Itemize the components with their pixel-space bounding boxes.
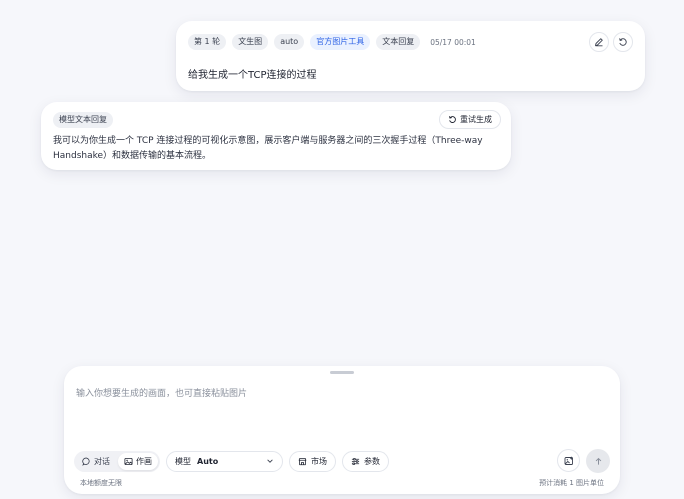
user-message-card: 第 1 轮 文生图 auto 官方图片工具 文本回复 05/17 00:01 给… <box>176 21 645 91</box>
assistant-message-card: 模型文本回复 重试生成 我可以为你生成一个 TCP 连接过程的可视化示意图，展示… <box>41 102 511 170</box>
reply-type-tag: 文本回复 <box>376 34 421 50</box>
upload-image-button[interactable] <box>557 449 580 472</box>
quota-text: 本地额度无限 <box>80 479 122 487</box>
mode-chat-button[interactable]: 对话 <box>76 453 116 470</box>
refresh-button[interactable] <box>613 32 633 52</box>
round-chip: 第 1 轮 <box>188 34 227 50</box>
regenerate-button[interactable]: 重试生成 <box>439 110 501 129</box>
tool-tag: 官方图片工具 <box>310 34 371 50</box>
regenerate-label: 重试生成 <box>460 115 492 124</box>
prompt-input[interactable] <box>76 386 608 436</box>
timestamp: 05/17 00:01 <box>430 37 476 47</box>
user-message-header: 第 1 轮 文生图 auto 官方图片工具 文本回复 05/17 00:01 <box>188 31 633 53</box>
edit-button[interactable] <box>589 32 609 52</box>
mode-switch: 对话 作画 <box>74 450 160 472</box>
image-icon <box>124 457 133 466</box>
refresh-icon <box>618 37 628 47</box>
sliders-icon <box>351 457 360 466</box>
arrow-up-icon <box>594 457 603 466</box>
model-select-value: Auto <box>197 456 219 466</box>
model-select-label: 模型 <box>175 456 191 466</box>
chevron-down-icon <box>266 457 274 465</box>
message-actions <box>589 32 633 52</box>
composer-right-tools <box>557 449 610 473</box>
resize-handle[interactable] <box>330 371 354 374</box>
user-message-text: 给我生成一个TCP连接的过程 <box>188 70 317 81</box>
mode-draw-button[interactable]: 作画 <box>118 452 158 470</box>
composer: 对话 作画 模型 Auto 市场 <box>64 366 620 494</box>
model-tag: auto <box>274 34 305 50</box>
send-button[interactable] <box>586 449 610 473</box>
edit-icon <box>594 37 604 47</box>
mode-draw-label: 作画 <box>136 456 152 466</box>
assistant-badge: 模型文本回复 <box>53 112 113 128</box>
assistant-message-text: 我可以为你生成一个 TCP 连接过程的可视化示意图，展示客户端与服务器之间的三次… <box>53 136 483 161</box>
store-icon <box>298 457 307 466</box>
mode-chat-label: 对话 <box>94 456 110 466</box>
params-label: 参数 <box>364 456 380 466</box>
model-select[interactable]: 模型 Auto <box>166 450 283 472</box>
cost-text: 预计消耗 1 图片单位 <box>539 479 604 487</box>
market-label: 市场 <box>311 456 327 466</box>
refresh-icon <box>448 115 457 124</box>
mode-tag: 文生图 <box>232 34 269 50</box>
params-button[interactable]: 参数 <box>342 450 389 472</box>
market-button[interactable]: 市场 <box>289 450 336 472</box>
composer-toolbar: 对话 作画 模型 Auto 市场 参数 <box>74 449 610 473</box>
image-add-icon <box>564 456 574 466</box>
chat-bubble-icon <box>82 457 91 466</box>
